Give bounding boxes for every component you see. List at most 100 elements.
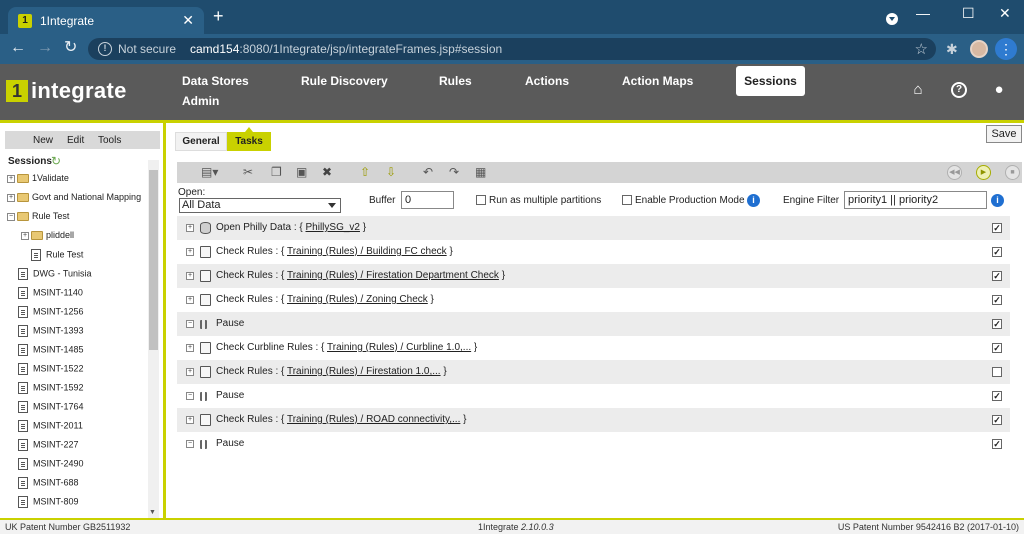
help-icon[interactable]: ? (951, 82, 967, 98)
task-row[interactable]: + Check Rules : { Training (Rules) / Buil… (177, 240, 1010, 264)
open-select[interactable]: All Data (179, 198, 341, 213)
task-param-link[interactable]: PhillySG_v2 (306, 222, 360, 233)
task-row[interactable]: + Check Rules : { Training (Rules) / Fire… (177, 264, 1010, 288)
refresh-icon[interactable]: ↻ (51, 154, 61, 168)
forward-icon[interactable]: → (37, 40, 53, 56)
task-enabled-checkbox[interactable]: ✓ (992, 415, 1002, 425)
task-param-link[interactable]: Training (Rules) / Firestation Departmen… (287, 270, 499, 281)
copy-icon[interactable]: ❐ (271, 165, 282, 179)
url-text[interactable]: camd154:8080/1Integrate/jsp/integrateFra… (190, 42, 502, 56)
task-row[interactable]: + Check Rules : { Training (Rules) / Zoni… (177, 288, 1010, 312)
notes-icon[interactable]: ▦ (475, 165, 486, 179)
paste-icon[interactable]: ▣ (296, 165, 307, 179)
home-icon[interactable]: ⌂ (910, 82, 926, 98)
task-param-link[interactable]: Training (Rules) / Building FC check (287, 246, 447, 257)
address-bar[interactable]: ! Not secure camd154:8080/1Integrate/jsp… (88, 38, 936, 60)
expand-icon[interactable]: + (186, 344, 194, 352)
warning-icon[interactable]: ! (98, 42, 112, 56)
browser-menu-icon[interactable]: ⋮ (995, 38, 1017, 60)
task-row[interactable]: + Check Curbline Rules : { Training (Rule… (177, 336, 1010, 360)
task-enabled-checkbox[interactable]: ✓ (992, 439, 1002, 449)
reload-icon[interactable]: ↻ (64, 40, 77, 56)
multiple-partitions-checkbox[interactable] (476, 195, 486, 205)
tree-item[interactable]: − Rule Test (7, 211, 69, 230)
tab-tasks[interactable]: Tasks (227, 127, 271, 151)
task-row[interactable]: + Check Rules : { Training (Rules) / Fire… (177, 360, 1010, 384)
task-param-link[interactable]: Training (Rules) / Firestation 1.0,... (287, 366, 441, 377)
maximize-icon[interactable]: ☐ (962, 5, 975, 22)
task-enabled-checkbox[interactable]: ✓ (992, 271, 1002, 281)
window-close-icon[interactable]: ✕ (999, 5, 1011, 22)
tree-item[interactable]: MSINT-1592 (18, 382, 84, 401)
menu-edit[interactable]: Edit (67, 135, 84, 146)
redo-icon[interactable]: ↷ (449, 165, 459, 179)
menu-new[interactable]: New (33, 135, 53, 146)
expand-icon[interactable]: − (186, 440, 194, 448)
engine-filter-input[interactable]: priority1 || priority2 (844, 191, 987, 209)
task-enabled-checkbox[interactable]: ✓ (992, 223, 1002, 233)
expand-icon[interactable]: − (186, 392, 194, 400)
task-row[interactable]: − Pause ✓ (177, 384, 1010, 408)
buffer-input[interactable]: 0 (401, 191, 454, 209)
menu-tools[interactable]: Tools (98, 135, 121, 146)
scroll-down-icon[interactable]: ▼ (149, 509, 156, 516)
user-icon[interactable]: ● (991, 82, 1007, 98)
nav-actions[interactable]: Actions (525, 74, 569, 88)
task-param-link[interactable]: Training (Rules) / ROAD connectivity,... (287, 414, 460, 425)
task-enabled-checkbox[interactable] (992, 367, 1002, 377)
browser-tab[interactable]: 1 1Integrate ✕ (8, 7, 204, 34)
task-row[interactable]: + Check Rules : { Training (Rules) / ROAD… (177, 408, 1010, 432)
tree-item[interactable]: MSINT-227 (18, 439, 79, 458)
rewind-icon[interactable]: ◀◀ (947, 165, 962, 180)
cut-icon[interactable]: ✂ (243, 165, 253, 179)
task-param-link[interactable]: Training (Rules) / Zoning Check (287, 294, 428, 305)
task-row[interactable]: − Pause ✓ (177, 312, 1010, 336)
tab-search-icon[interactable] (886, 13, 898, 25)
task-enabled-checkbox[interactable]: ✓ (992, 319, 1002, 329)
extensions-icon[interactable]: ✱ (946, 41, 958, 58)
tree-item[interactable]: MSINT-688 (18, 477, 79, 496)
back-icon[interactable]: ← (10, 40, 26, 56)
info-icon[interactable]: i (991, 194, 1004, 207)
tab-general[interactable]: General (175, 132, 227, 151)
task-param-link[interactable]: Training (Rules) / Curbline 1.0,... (327, 342, 471, 353)
stop-icon[interactable]: ■ (1005, 165, 1020, 180)
tree-item[interactable]: Rule Test (31, 249, 83, 268)
tree-item[interactable]: + Govt and National Mapping (7, 192, 141, 211)
expand-icon[interactable]: − (186, 320, 194, 328)
collapse-icon[interactable]: − (7, 212, 15, 221)
task-row[interactable]: − Pause ✓ (177, 432, 1010, 456)
expand-icon[interactable]: + (21, 231, 29, 240)
new-tab-button[interactable]: + (213, 7, 224, 25)
task-row[interactable]: + Open Philly Data : { PhillySG_v2 } ✓ (177, 216, 1010, 240)
tree-item[interactable]: MSINT-1522 (18, 363, 84, 382)
add-task-icon[interactable]: ▤▾ (201, 165, 218, 179)
undo-icon[interactable]: ↶ (423, 165, 433, 179)
delete-icon[interactable]: ✖ (322, 165, 332, 179)
tree-item[interactable]: MSINT-1393 (18, 325, 84, 344)
task-enabled-checkbox[interactable]: ✓ (992, 343, 1002, 353)
tree-item[interactable]: MSINT-809 (18, 496, 79, 515)
nav-data-stores[interactable]: Data Stores (182, 74, 249, 88)
info-icon[interactable]: i (747, 194, 760, 207)
task-enabled-checkbox[interactable]: ✓ (992, 247, 1002, 257)
move-down-icon[interactable]: ⇩ (386, 165, 396, 179)
minimize-icon[interactable]: — (916, 5, 930, 21)
close-tab-icon[interactable]: ✕ (182, 12, 194, 29)
production-mode-checkbox[interactable] (622, 195, 632, 205)
scrollbar-thumb[interactable] (149, 170, 158, 350)
expand-icon[interactable]: + (7, 193, 15, 202)
nav-admin[interactable]: Admin (182, 94, 219, 108)
sessions-scrollbar[interactable]: ▼ (148, 160, 159, 518)
tree-item[interactable]: MSINT-2490 (18, 458, 84, 477)
save-button[interactable]: Save (986, 125, 1022, 143)
expand-icon[interactable]: + (186, 224, 194, 232)
move-up-icon[interactable]: ⇧ (360, 165, 370, 179)
tree-item[interactable]: MSINT-1764 (18, 401, 84, 420)
task-enabled-checkbox[interactable]: ✓ (992, 295, 1002, 305)
expand-icon[interactable]: + (186, 296, 194, 304)
bookmark-star-icon[interactable]: ☆ (915, 40, 928, 58)
tree-item[interactable]: + pliddell (21, 230, 74, 249)
tree-item[interactable]: +1Validate (7, 173, 69, 192)
expand-icon[interactable]: + (7, 174, 15, 183)
